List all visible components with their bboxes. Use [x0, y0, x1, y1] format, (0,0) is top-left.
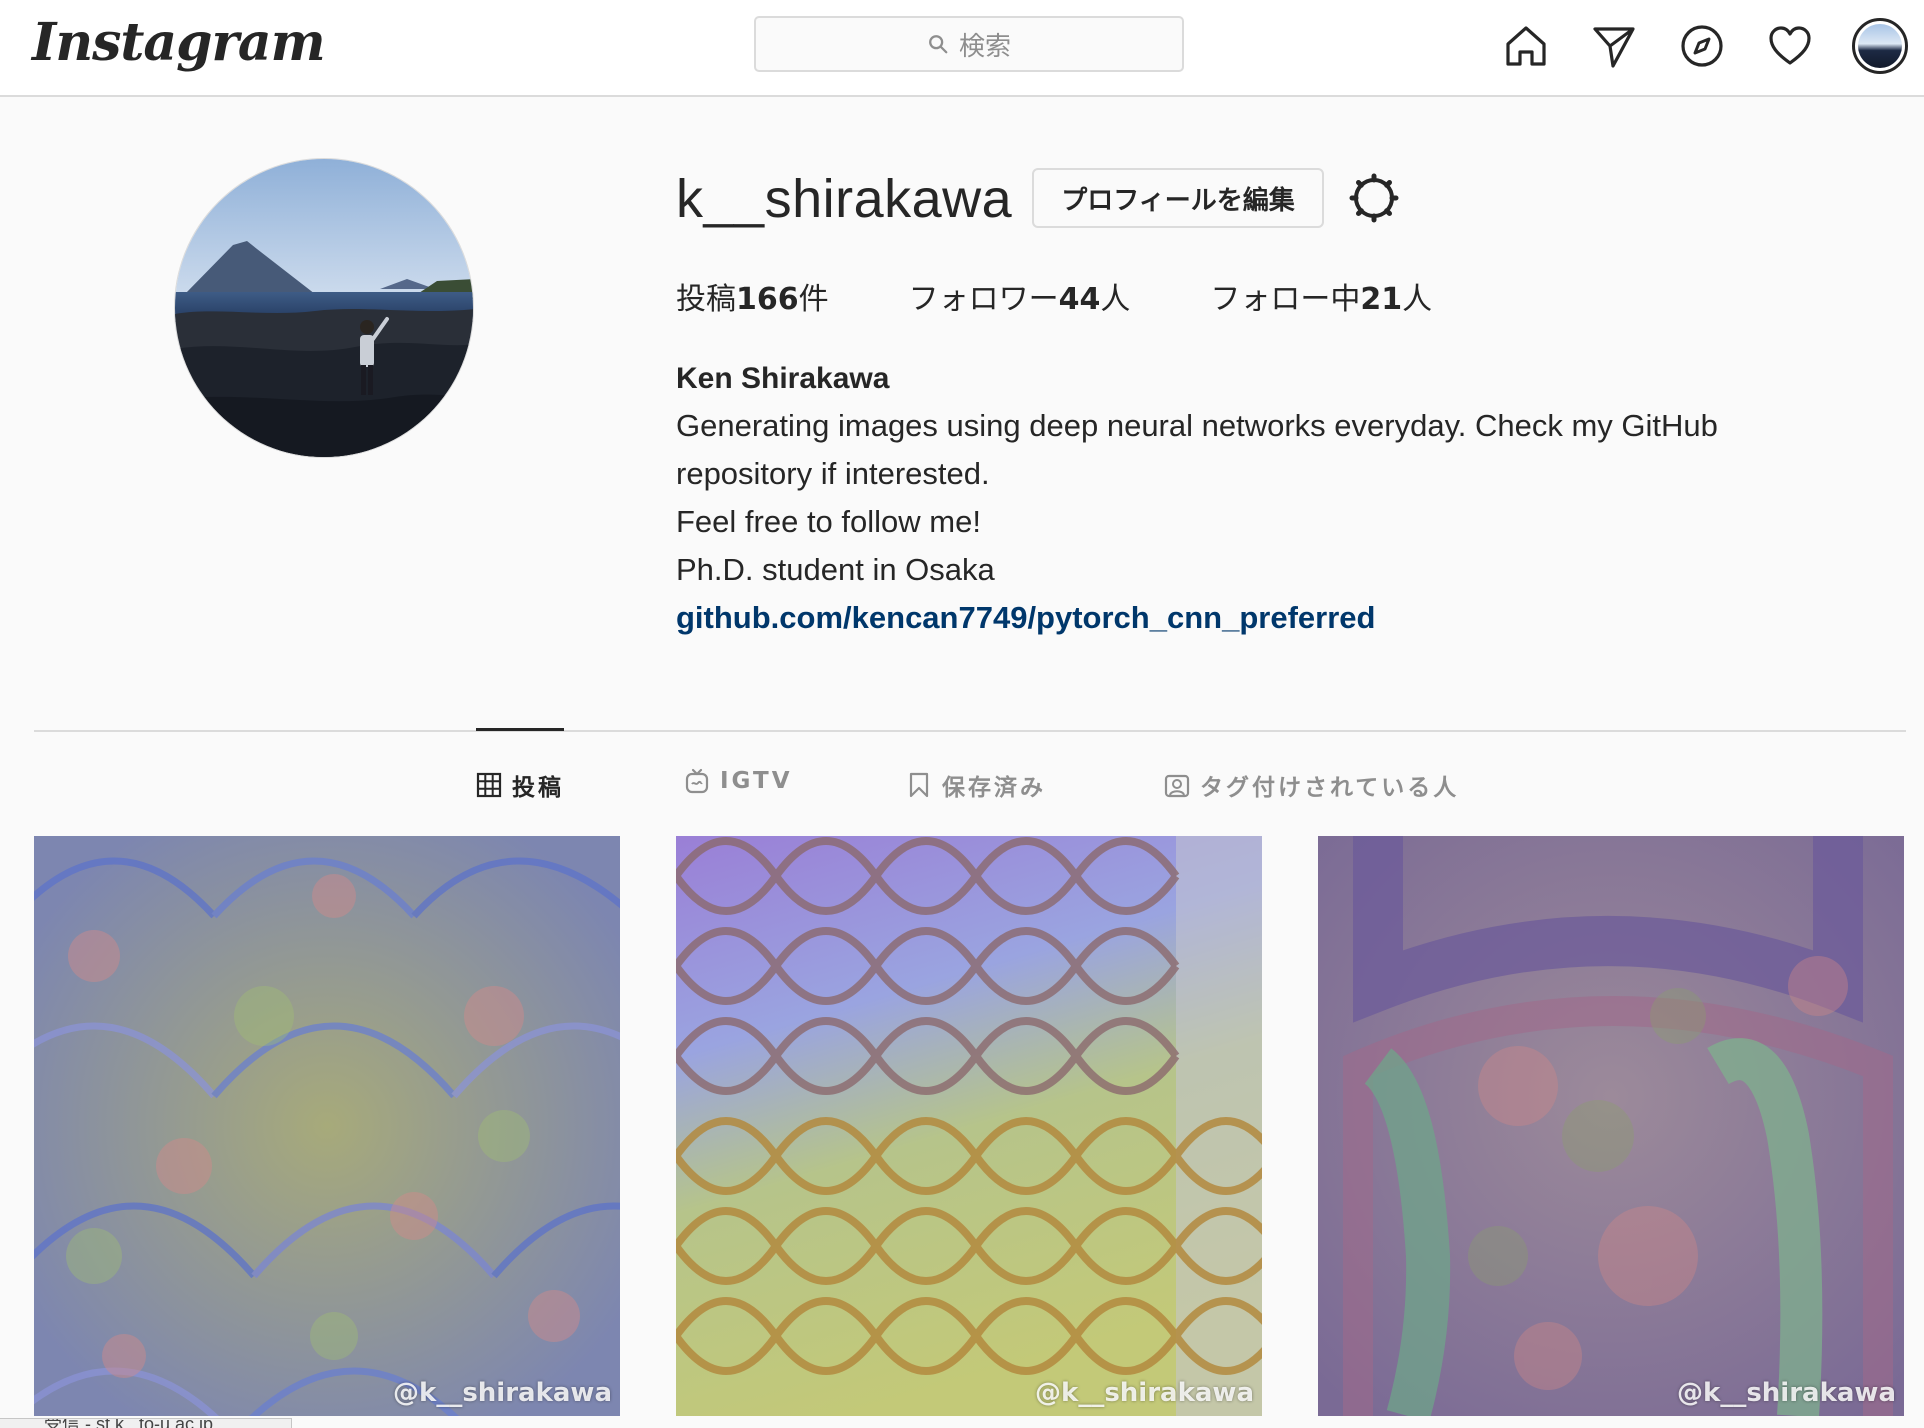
post-image	[1318, 836, 1904, 1416]
following-unit: 人	[1402, 282, 1433, 317]
explore-compass-icon[interactable]	[1678, 22, 1726, 70]
tab-posts[interactable]: 投稿	[476, 768, 564, 802]
posts-unit: 件	[798, 282, 829, 317]
post-image	[34, 836, 620, 1416]
avatar-image	[1858, 24, 1902, 68]
search-icon	[929, 35, 948, 54]
post-watermark: @k__shirakawa	[1035, 1378, 1254, 1408]
igtv-icon	[685, 768, 709, 794]
bio-line: Feel free to follow me!	[676, 504, 981, 539]
home-icon[interactable]	[1502, 22, 1550, 70]
bio-line: Generating images using deep neural netw…	[676, 408, 1718, 443]
search-placeholder: 検索	[958, 30, 1011, 61]
grid-icon	[476, 772, 502, 798]
settings-gear-icon[interactable]	[1348, 172, 1400, 224]
followers-count: 44	[1058, 282, 1101, 317]
following-count-stat[interactable]: フォロー中21人	[1210, 274, 1432, 318]
search-input[interactable]: 検索	[754, 16, 1184, 72]
tab-label: IGTV	[720, 768, 793, 794]
tabs-divider	[34, 730, 1906, 732]
top-nav-bar: Instagram 検索	[0, 0, 1924, 97]
tab-label: タグ付けされている人	[1200, 775, 1460, 801]
profile-avatar[interactable]	[174, 158, 474, 458]
activity-heart-icon[interactable]	[1766, 22, 1814, 70]
followers-label: フォロワー	[908, 282, 1059, 317]
posts-label: 投稿	[676, 282, 736, 317]
tab-igtv[interactable]: IGTV	[684, 768, 793, 794]
browser-status-bar: 受信 - st.k...to-u.ac.jp	[0, 1418, 292, 1428]
tagged-person-icon	[1164, 774, 1190, 798]
tab-saved[interactable]: 保存済み	[906, 768, 1046, 802]
edit-profile-button[interactable]: プロフィールを編集	[1032, 168, 1324, 228]
bio-line: Ph.D. student in Osaka	[676, 552, 995, 587]
followers-unit: 人	[1100, 282, 1131, 317]
post-image	[676, 836, 1262, 1416]
tab-label: 投稿	[512, 775, 564, 801]
bio-line: repository if interested.	[676, 456, 990, 491]
nav-icons	[1502, 18, 1908, 74]
profile-full-name: Ken Shirakawa	[676, 362, 890, 395]
post-thumbnail[interactable]: @k__shirakawa	[34, 836, 620, 1416]
post-watermark: @k__shirakawa	[393, 1378, 612, 1408]
instagram-logo[interactable]: Instagram	[32, 12, 326, 73]
profile-photo	[175, 159, 473, 457]
profile-avatar-nav[interactable]	[1852, 18, 1908, 74]
profile-stats: 投稿166件 フォロワー44人 フォロー中21人	[676, 274, 1432, 318]
profile-website-link[interactable]: github.com/kencan7749/pytorch_cnn_prefer…	[676, 594, 1836, 642]
profile-username: k__shirakawa	[676, 169, 1013, 229]
followers-count-stat[interactable]: フォロワー44人	[909, 274, 1131, 318]
post-thumbnail[interactable]: @k__shirakawa	[1318, 836, 1904, 1416]
following-count: 21	[1360, 282, 1403, 317]
profile-bio: Ken Shirakawa Generating images using de…	[676, 356, 1836, 642]
post-thumbnail[interactable]: @k__shirakawa	[676, 836, 1262, 1416]
post-watermark: @k__shirakawa	[1677, 1378, 1896, 1408]
posts-count-stat: 投稿166件	[676, 274, 829, 318]
bookmark-icon	[909, 772, 929, 798]
tab-tagged[interactable]: タグ付けされている人	[1164, 768, 1459, 802]
tab-label: 保存済み	[942, 775, 1046, 801]
posts-count: 166	[736, 282, 799, 317]
active-tab-indicator	[476, 728, 564, 731]
direct-message-icon[interactable]	[1590, 22, 1638, 70]
profile-tabs: 投稿 IGTV 保存済み タグ付けされている人	[0, 768, 1924, 804]
following-label: フォロー中	[1210, 282, 1361, 317]
